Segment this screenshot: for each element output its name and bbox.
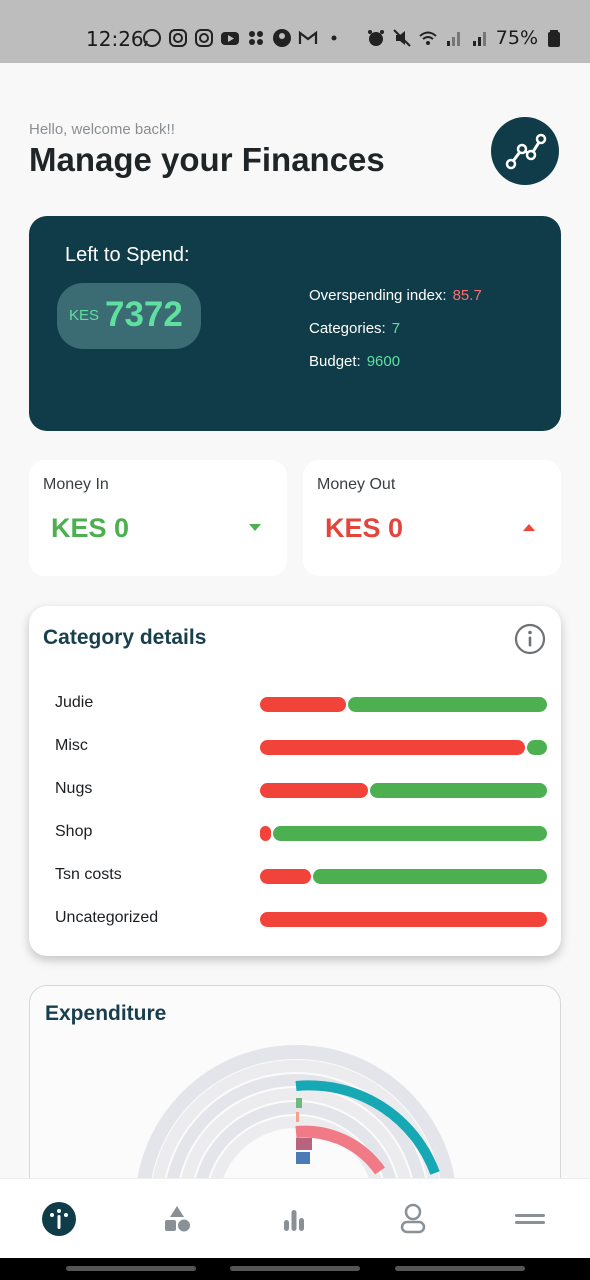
expenditure-arc bbox=[296, 1152, 310, 1164]
category-row[interactable]: Judie bbox=[29, 688, 561, 718]
status-time: 12:26 bbox=[86, 27, 144, 51]
gesture-handle[interactable] bbox=[230, 1266, 360, 1271]
wifi-icon bbox=[419, 31, 437, 45]
stat-label: Budget: bbox=[309, 353, 361, 370]
category-name: Nugs bbox=[55, 780, 93, 797]
categories-icon bbox=[165, 1206, 190, 1232]
nav-menu[interactable] bbox=[510, 1199, 550, 1239]
stat-value: 7 bbox=[391, 320, 401, 337]
info-icon[interactable] bbox=[514, 623, 546, 655]
left-to-spend-card: Left to Spend: KES 7372 Overspending ind… bbox=[29, 216, 561, 431]
expenditure-arc bbox=[296, 1138, 312, 1150]
caret-up-icon bbox=[523, 524, 535, 531]
spent-bar-segment bbox=[260, 697, 346, 712]
category-progress-bar bbox=[260, 869, 547, 884]
money-in-label: Money In bbox=[43, 476, 109, 493]
dashboard-icon bbox=[42, 1202, 76, 1236]
account-icon bbox=[273, 29, 291, 47]
left-to-spend-amount-pill: KES 7372 bbox=[57, 283, 201, 349]
caret-down-icon bbox=[249, 524, 261, 531]
app-logo[interactable] bbox=[491, 117, 559, 185]
category-progress-bar bbox=[260, 826, 547, 841]
youtube-icon bbox=[221, 32, 239, 45]
category-details-title: Category details bbox=[43, 626, 207, 649]
money-out-value: KES 0 bbox=[325, 513, 404, 543]
remaining-bar-segment bbox=[273, 826, 547, 841]
left-to-spend-title: Left to Spend: bbox=[65, 244, 190, 266]
category-name: Misc bbox=[55, 737, 88, 754]
stat-value: 85.7 bbox=[452, 287, 482, 304]
category-row[interactable]: Tsn costs bbox=[29, 860, 561, 890]
system-gesture-bar bbox=[0, 1258, 590, 1280]
category-details-card: Category details Judie Misc Nugs Shop Tsn co… bbox=[29, 606, 561, 956]
remaining-bar-segment bbox=[348, 697, 547, 712]
nav-dashboard[interactable] bbox=[39, 1199, 79, 1239]
battery-icon bbox=[548, 30, 560, 47]
expenditure-arc bbox=[296, 1112, 299, 1122]
gesture-handle[interactable] bbox=[66, 1266, 196, 1271]
money-out-label: Money Out bbox=[317, 476, 396, 493]
signal-icon bbox=[446, 32, 460, 46]
category-name: Judie bbox=[55, 694, 94, 711]
profile-icon bbox=[400, 1203, 426, 1234]
remaining-bar-segment bbox=[370, 783, 547, 798]
category-progress-bar bbox=[260, 912, 547, 927]
category-name: Shop bbox=[55, 823, 93, 840]
nav-categories[interactable] bbox=[157, 1199, 197, 1239]
expenditure-radial-chart bbox=[135, 1045, 457, 1204]
dot-icon bbox=[331, 35, 337, 41]
apps-icon bbox=[249, 31, 263, 45]
spent-bar-segment bbox=[260, 869, 311, 884]
stat-label: Categories: bbox=[309, 320, 386, 337]
remaining-bar-segment bbox=[527, 740, 547, 755]
expenditure-arc bbox=[296, 1098, 302, 1108]
signal-icon bbox=[472, 32, 486, 46]
left-to-spend-amount: 7372 bbox=[105, 295, 183, 334]
category-row[interactable]: Misc bbox=[29, 731, 561, 761]
category-name: Tsn costs bbox=[55, 866, 122, 883]
budget-row: Budget: 9600 bbox=[309, 353, 400, 370]
nav-profile[interactable] bbox=[393, 1199, 433, 1239]
page-title: Manage your Finances bbox=[29, 141, 385, 178]
spent-bar-segment bbox=[260, 740, 525, 755]
category-name: Uncategorized bbox=[55, 909, 159, 926]
nav-stats[interactable] bbox=[274, 1199, 314, 1239]
category-row[interactable]: Nugs bbox=[29, 774, 561, 804]
spent-bar-segment bbox=[260, 783, 368, 798]
category-row[interactable]: Uncategorized bbox=[29, 903, 561, 933]
money-in-value: KES 0 bbox=[51, 513, 130, 543]
money-in-card[interactable]: Money In KES 0 bbox=[29, 460, 287, 576]
alarm-icon bbox=[367, 30, 384, 46]
mute-icon bbox=[393, 29, 411, 47]
battery-percentage: 75% bbox=[495, 27, 538, 49]
stats-icon bbox=[284, 1210, 304, 1231]
chart-line-icon bbox=[505, 133, 547, 170]
money-out-card[interactable]: Money Out KES 0 bbox=[303, 460, 561, 576]
stat-label: Overspending index: bbox=[309, 287, 447, 304]
categories-count-row: Categories: 7 bbox=[309, 320, 400, 337]
gesture-handle[interactable] bbox=[395, 1266, 525, 1271]
status-bar: 12:26 75% bbox=[0, 0, 590, 63]
category-progress-bar bbox=[260, 783, 547, 798]
whatsapp-icon bbox=[143, 29, 161, 47]
spent-bar-segment bbox=[260, 912, 547, 927]
category-row[interactable]: Shop bbox=[29, 817, 561, 847]
menu-icon bbox=[515, 1214, 545, 1224]
category-progress-bar bbox=[260, 697, 547, 712]
instagram-icon bbox=[195, 29, 213, 47]
bottom-navigation bbox=[0, 1178, 590, 1258]
instagram-icon bbox=[169, 29, 187, 47]
stat-value: 9600 bbox=[366, 353, 401, 370]
currency-label: KES bbox=[69, 307, 100, 324]
gmail-icon bbox=[298, 30, 318, 44]
category-progress-bar bbox=[260, 740, 547, 755]
overspending-index-row: Overspending index: 85.7 bbox=[309, 287, 482, 304]
notification-icons bbox=[142, 28, 344, 48]
greeting-text: Hello, welcome back!! bbox=[29, 121, 175, 138]
system-icons: 75% bbox=[366, 27, 564, 49]
expenditure-card: Expenditure bbox=[29, 985, 561, 1205]
spent-bar-segment bbox=[260, 826, 271, 841]
remaining-bar-segment bbox=[313, 869, 547, 884]
